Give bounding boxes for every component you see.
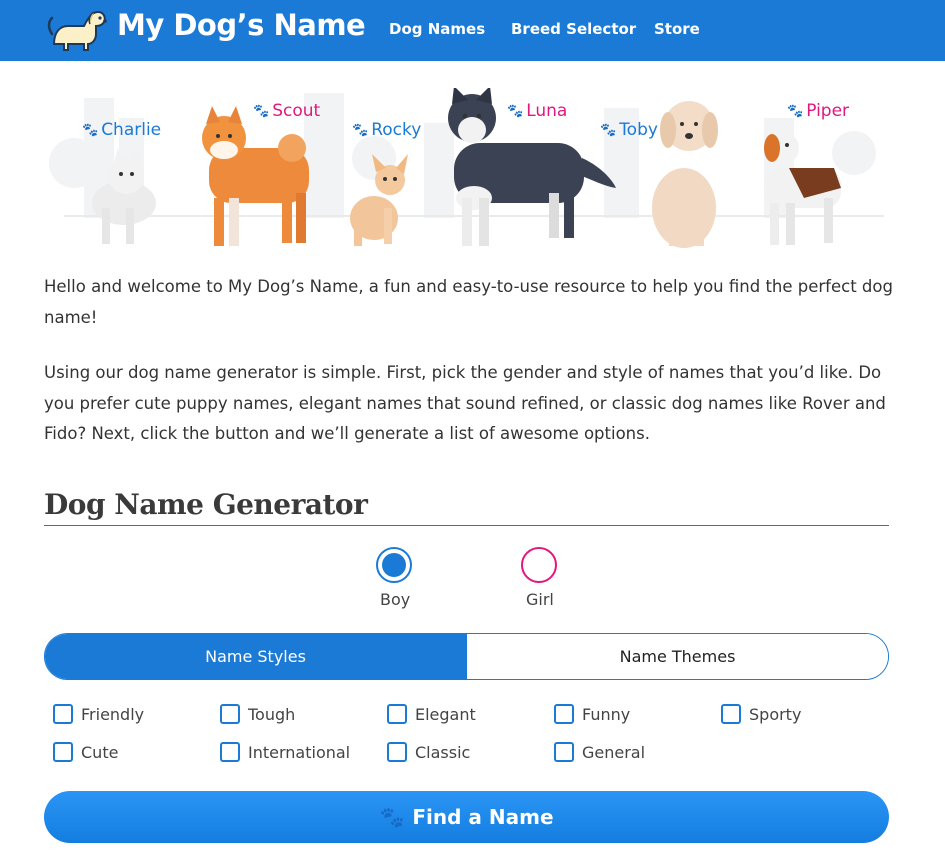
site-title[interactable]: My Dog’s Name	[117, 8, 366, 42]
dog-label-charlie: 🐾 Charlie	[82, 120, 162, 140]
generator-divider	[44, 525, 889, 526]
checkbox[interactable]	[721, 704, 741, 724]
dog-label-rocky: 🐾 Rocky	[352, 120, 422, 140]
paw-icon: 🐾	[82, 122, 99, 138]
gender-label-boy[interactable]: Boy	[380, 590, 410, 609]
dog-label-piper: 🐾 Piper	[787, 101, 850, 121]
paw-icon: 🐾	[352, 122, 369, 138]
checkbox[interactable]	[220, 742, 240, 762]
dog-label-toby: 🐾 Toby	[600, 120, 658, 140]
find-name-button[interactable]: 🐾 Find a Name	[44, 791, 889, 843]
checkbox[interactable]	[220, 704, 240, 724]
dog-scout-figure	[202, 106, 309, 246]
style-option-international[interactable]: International	[220, 742, 350, 762]
dogs-illustration	[49, 86, 884, 248]
style-option-sporty[interactable]: Sporty	[721, 704, 801, 724]
intro-paragraph-welcome: Hello and welcome to My Dog’s Name, a fu…	[44, 277, 893, 327]
dogs-banner: 🐾 Charlie 🐾 Scout 🐾 Rocky 🐾 Luna 🐾 Toby …	[44, 86, 889, 253]
nav-dog-names[interactable]: Dog Names	[389, 20, 485, 38]
gender-radio-girl[interactable]	[521, 547, 557, 583]
nav-breed-selector[interactable]: Breed Selector	[511, 20, 636, 38]
style-option-general[interactable]: General	[554, 742, 645, 762]
dog-toby-figure	[652, 101, 718, 248]
style-option-classic[interactable]: Classic	[387, 742, 470, 762]
dog-piper-figure	[764, 131, 841, 245]
tab-name-themes[interactable]: Name Themes	[466, 634, 888, 679]
paw-icon: 🐾	[379, 805, 405, 829]
style-option-funny[interactable]: Funny	[554, 704, 630, 724]
tab-name-styles[interactable]: Name Styles	[45, 634, 466, 679]
paw-icon: 🐾	[787, 103, 804, 119]
gender-label-girl[interactable]: Girl	[526, 590, 554, 609]
checkbox[interactable]	[554, 704, 574, 724]
nav-store[interactable]: Store	[654, 20, 700, 38]
style-option-friendly[interactable]: Friendly	[53, 704, 144, 724]
site-header: My Dog’s Name Dog Names Breed Selector S…	[0, 0, 945, 61]
generator-title: Dog Name Generator	[44, 488, 368, 521]
checkbox[interactable]	[554, 742, 574, 762]
checkbox[interactable]	[53, 704, 73, 724]
checkbox[interactable]	[387, 704, 407, 724]
checkbox[interactable]	[53, 742, 73, 762]
paw-icon: 🐾	[507, 103, 524, 119]
gender-radio-boy[interactable]	[376, 547, 412, 583]
style-option-cute[interactable]: Cute	[53, 742, 118, 762]
name-category-tabs: Name Styles Name Themes	[44, 633, 889, 680]
paw-icon: 🐾	[253, 103, 270, 119]
intro-paragraph-instructions: Using our dog name generator is simple. …	[44, 363, 886, 443]
dog-label-luna: 🐾 Luna	[507, 101, 568, 121]
paw-icon: 🐾	[600, 122, 617, 138]
style-option-tough[interactable]: Tough	[220, 704, 295, 724]
checkbox[interactable]	[387, 742, 407, 762]
dog-logo-icon[interactable]	[44, 4, 108, 54]
dog-label-scout: 🐾 Scout	[253, 101, 321, 121]
style-option-elegant[interactable]: Elegant	[387, 704, 476, 724]
